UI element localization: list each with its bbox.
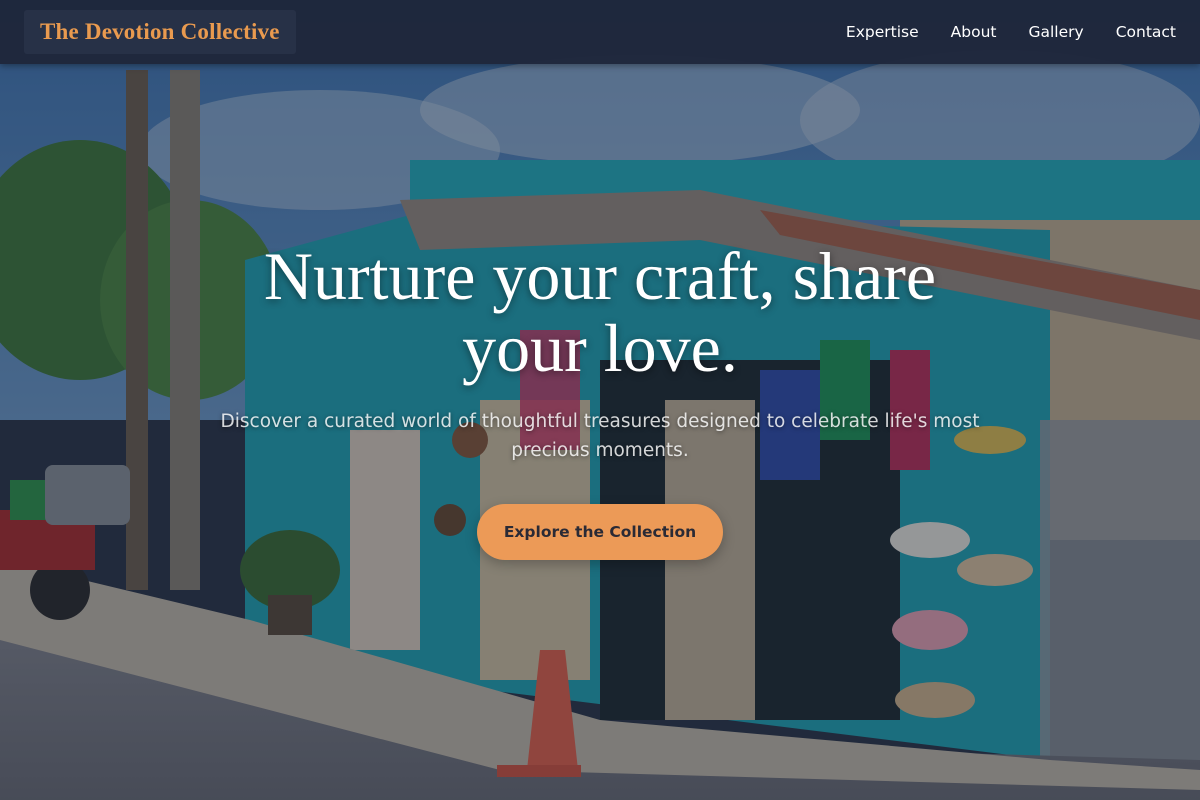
hero-title: Nurture your craft, share your love. <box>263 238 937 386</box>
nav-link-contact[interactable]: Contact <box>1116 23 1176 41</box>
hero-section: Nurture your craft, share your love. Dis… <box>0 64 1200 800</box>
nav-link-expertise[interactable]: Expertise <box>846 23 919 41</box>
brand-logo[interactable]: The Devotion Collective <box>24 10 296 54</box>
nav-link-about[interactable]: About <box>951 23 997 41</box>
nav-link-gallery[interactable]: Gallery <box>1028 23 1083 41</box>
page: The Devotion Collective Expertise About … <box>0 0 1200 800</box>
explore-collection-button[interactable]: Explore the Collection <box>477 504 723 560</box>
site-header: The Devotion Collective Expertise About … <box>0 0 1200 64</box>
hero-subtitle: Discover a curated world of thoughtful t… <box>220 411 980 461</box>
main-nav: Expertise About Gallery Contact <box>846 0 1176 64</box>
